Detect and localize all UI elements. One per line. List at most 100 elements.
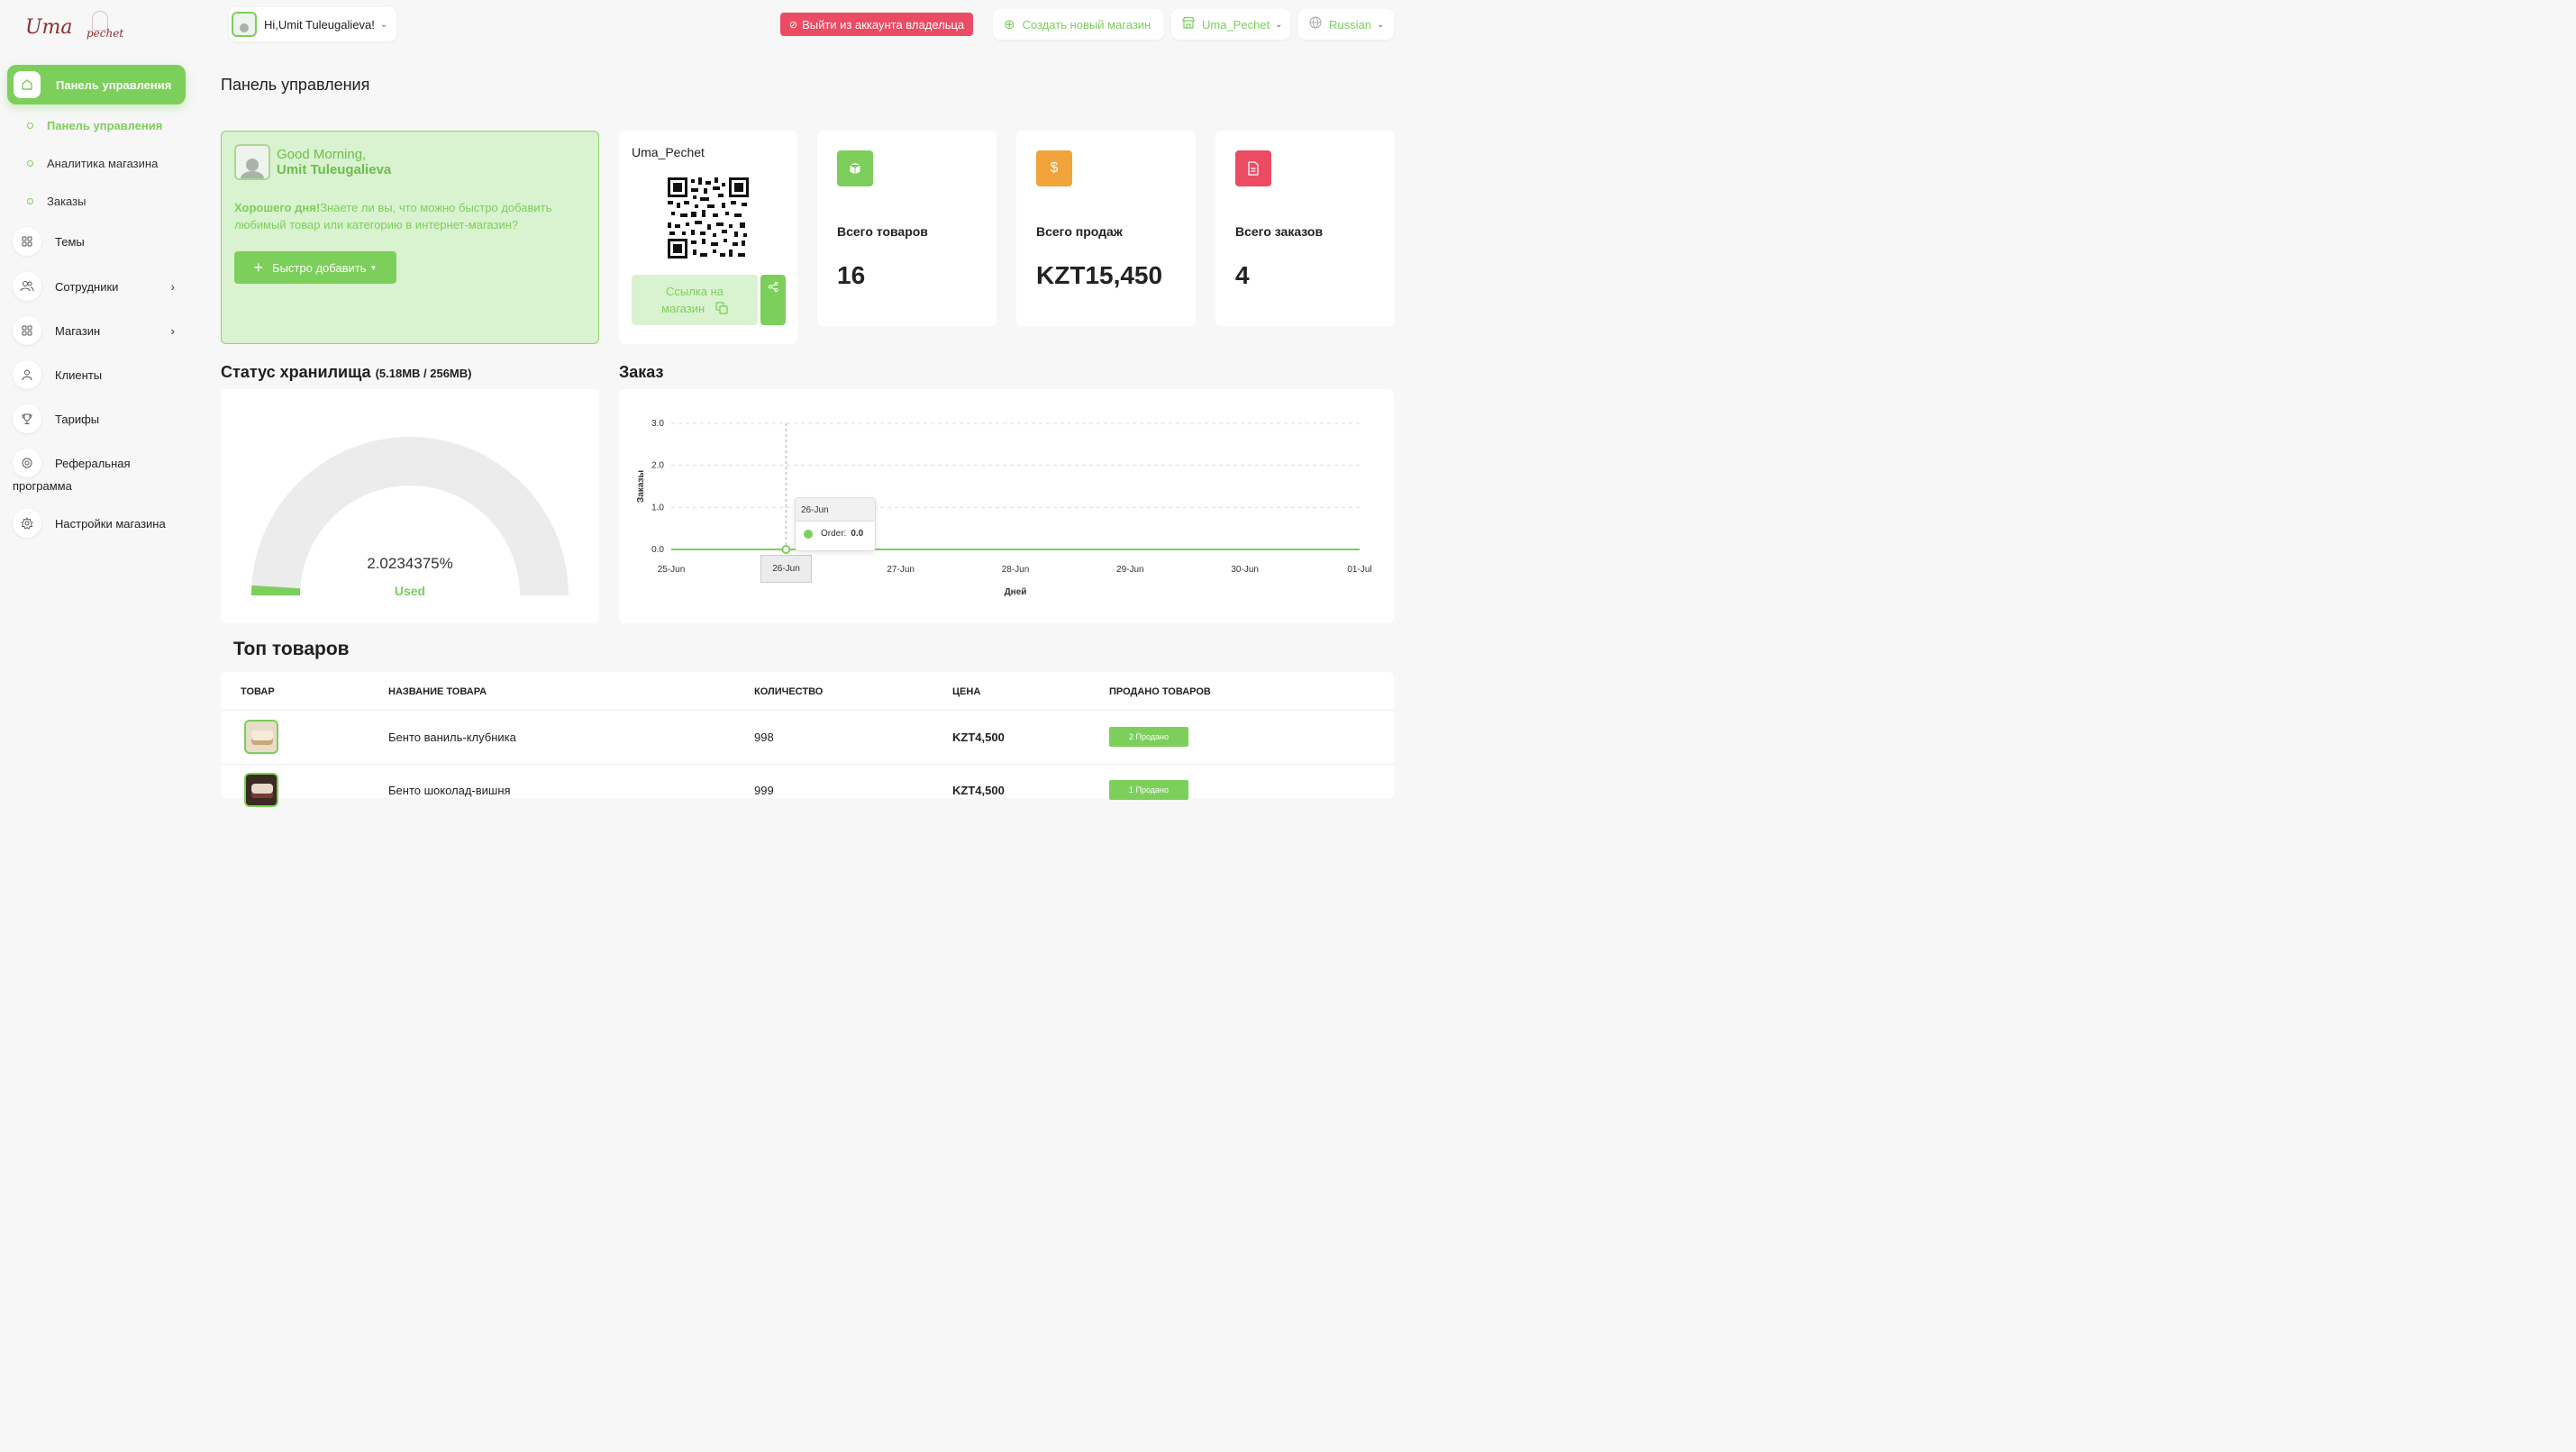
quick-add-button[interactable]: + Быстро добавить ▼ xyxy=(234,251,396,284)
order-chart: 0.0 1.0 2.0 3.0 25-Jun 26-Jun 27-Jun 28-Jun 29-J… xyxy=(636,419,1372,597)
trophy-icon xyxy=(13,404,41,433)
divider xyxy=(221,710,1394,711)
storage-used-label: Used xyxy=(394,584,426,598)
x-tick-label: 29-Jun xyxy=(1116,565,1144,575)
sold-badge: 1 Продано xyxy=(1109,780,1188,800)
language-selector[interactable]: Russian ⌄ xyxy=(1298,9,1394,40)
sidebar: Uma pechet Панель управления Панель упра… xyxy=(0,0,200,796)
x-tick-label: 28-Jun xyxy=(1002,565,1030,575)
chevron-right-icon: › xyxy=(170,323,175,338)
sidebar-item-clients[interactable]: Клиенты xyxy=(13,360,186,389)
sidebar-item-label: Панель управления xyxy=(56,77,172,92)
user-icon xyxy=(13,360,41,389)
sidebar-item-label: Реферальная xyxy=(55,456,131,470)
product-price: KZT4,500 xyxy=(952,784,1005,797)
create-store-button[interactable]: ⊕ Создать новый магазин xyxy=(993,9,1164,40)
brand-logo-sub: pechet xyxy=(86,27,124,40)
sidebar-subitem-orders[interactable]: Заказы xyxy=(27,195,86,208)
grid-icon xyxy=(13,227,41,256)
sidebar-item-tariffs[interactable]: Тарифы xyxy=(13,404,186,433)
avatar xyxy=(234,144,270,180)
store-selector-label: Uma_Pechet xyxy=(1202,17,1270,32)
x-tick-label: 25-Jun xyxy=(658,565,686,575)
stat-value: 4 xyxy=(1235,261,1250,289)
data-point xyxy=(781,545,791,554)
language-label: Russian xyxy=(1329,17,1371,32)
sidebar-item-referral[interactable]: Реферальная xyxy=(13,449,186,477)
sidebar-item-label: Сотрудники xyxy=(55,279,119,294)
column-header: ТОВАР xyxy=(241,686,275,697)
bullet-icon xyxy=(27,123,33,129)
plus-circle-icon: ⊕ xyxy=(1004,17,1015,32)
sidebar-item-label: Настройки магазина xyxy=(55,516,166,531)
tooltip-label: Order: xyxy=(821,529,847,539)
grid-icon xyxy=(13,316,41,345)
x-tick-label: 30-Jun xyxy=(1231,565,1259,575)
settings-icon xyxy=(13,509,41,538)
column-header: КОЛИЧЕСТВО xyxy=(754,686,824,697)
chevron-right-icon: › xyxy=(170,279,175,294)
stat-card-orders: Всего заказов 4 xyxy=(1215,131,1395,326)
sidebar-item-themes[interactable]: Темы xyxy=(13,227,186,256)
welcome-card: Good Morning, Umit Tuleugalieva Хорошего… xyxy=(221,131,599,344)
store-qr-card: Uma_Pechet Ссылка на магазин xyxy=(619,131,797,344)
x-axis-highlight-label: 26-Jun xyxy=(760,555,812,583)
store-link-label-2-text: магазин xyxy=(661,302,705,315)
share-icon xyxy=(768,282,778,292)
tooltip-body: Order: 0.0 xyxy=(796,522,875,539)
caret-down-icon: ▼ xyxy=(369,263,378,272)
dollar-icon: $ xyxy=(1036,150,1072,186)
sidebar-item-label: Тарифы xyxy=(55,412,100,426)
avatar xyxy=(232,12,257,37)
series-dot-icon xyxy=(804,529,813,539)
column-header: ПРОДАНО ТОВАРОВ xyxy=(1109,686,1211,697)
stat-card-products: Всего товаров 16 xyxy=(817,131,997,326)
users-icon xyxy=(13,272,41,301)
sidebar-item-staff[interactable]: Сотрудники › xyxy=(13,272,186,301)
user-menu-button[interactable]: Hi,Umit Tuleugalieva! ⌄ xyxy=(229,7,396,41)
logout-owner-button[interactable]: ⊘ Выйти из аккаунта владельца xyxy=(780,13,973,36)
sidebar-subitem-label: Аналитика магазина xyxy=(47,157,159,170)
document-icon xyxy=(1235,150,1271,186)
x-tick-label: 01-Jul xyxy=(1347,565,1371,575)
brand-logo-main: Uma xyxy=(25,16,73,39)
store-link-label-2: магазин xyxy=(632,300,758,317)
column-header: НАЗВАНИЕ ТОВАРА xyxy=(388,686,487,697)
qr-code-icon[interactable] xyxy=(668,177,749,259)
x-axis-label: Дней xyxy=(1005,587,1027,597)
product-thumbnail[interactable] xyxy=(244,720,278,754)
storage-section-title: Статус хранилища (5.18MB / 256MB) xyxy=(221,363,471,382)
greeting-line-1: Good Morning, xyxy=(277,147,367,162)
sidebar-item-dashboard[interactable]: Панель управления xyxy=(7,65,186,104)
store-icon xyxy=(1182,16,1195,32)
share-button[interactable] xyxy=(760,275,786,325)
sidebar-item-store[interactable]: Магазин › xyxy=(13,316,186,345)
welcome-description-bold: Хорошего дня! xyxy=(234,201,321,214)
stat-value: KZT15,450 xyxy=(1036,261,1163,289)
sidebar-item-store-settings[interactable]: Настройки магазина xyxy=(13,509,186,538)
storage-percent: 2.0234375% xyxy=(367,555,453,572)
order-chart-card: 0.0 1.0 2.0 3.0 25-Jun 26-Jun 27-Jun 28-Jun 29-J… xyxy=(619,389,1394,623)
sidebar-subitem-label: Заказы xyxy=(47,195,86,208)
stat-value: 16 xyxy=(837,261,866,289)
storage-title: Статус хранилища xyxy=(221,363,371,381)
logout-owner-label: Выйти из аккаунта владельца xyxy=(802,17,965,32)
top-products-table: ТОВАР НАЗВАНИЕ ТОВАРА КОЛИЧЕСТВО ЦЕНА ПР… xyxy=(221,672,1394,807)
storage-usage: (5.18MB / 256MB) xyxy=(375,367,472,380)
sidebar-item-label: Темы xyxy=(55,234,85,249)
copy-store-link-button[interactable]: Ссылка на магазин xyxy=(632,275,758,325)
sidebar-subitem-dashboard[interactable]: Панель управления xyxy=(27,119,162,132)
sidebar-item-label: Клиенты xyxy=(55,368,103,382)
chevron-down-icon: ⌄ xyxy=(1376,19,1385,30)
y-axis-label: Заказы xyxy=(636,470,646,503)
store-selector[interactable]: Uma_Pechet ⌄ xyxy=(1171,9,1290,40)
product-qty: 999 xyxy=(754,784,774,797)
sidebar-subitem-analytics[interactable]: Аналитика магазина xyxy=(27,157,158,170)
product-name: Бенто шоколад-вишня xyxy=(388,784,511,797)
product-qty: 998 xyxy=(754,731,774,744)
home-icon xyxy=(14,71,41,98)
product-thumbnail[interactable] xyxy=(244,773,278,807)
brand-logo[interactable]: Uma pechet xyxy=(25,11,133,47)
chart-tooltip: 26-Jun Order: 0.0 xyxy=(795,497,876,551)
order-section-title: Заказ xyxy=(619,363,664,381)
